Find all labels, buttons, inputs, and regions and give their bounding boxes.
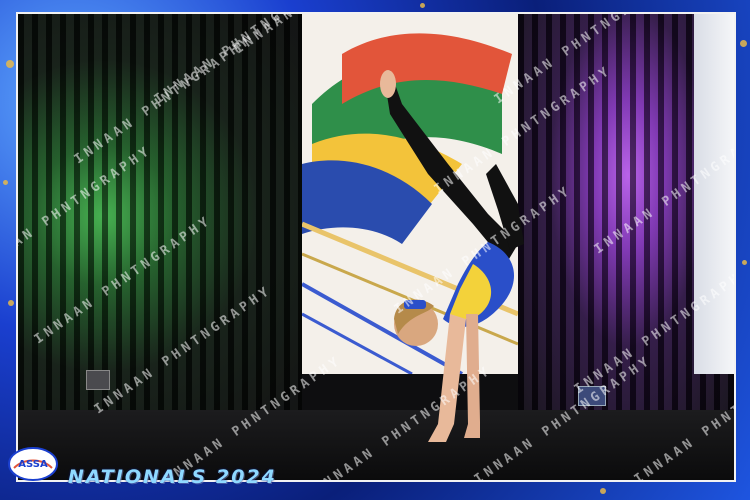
event-title: NATIONALS 2024 [68,466,277,488]
logo-text: ASSA [18,459,48,470]
gymnast-figure [380,70,524,442]
gold-fleck [740,40,747,47]
gold-fleck [742,260,747,265]
gold-fleck [600,488,606,494]
gold-fleck [8,300,14,306]
assa-logo: ASSA [8,447,58,481]
gold-fleck [3,180,8,185]
gold-fleck [420,3,425,8]
performance-photo: INNAAN PHNTNGRAPHY INNAAN PHNTNGRAPHY IN… [16,12,736,482]
gold-fleck [6,60,14,68]
